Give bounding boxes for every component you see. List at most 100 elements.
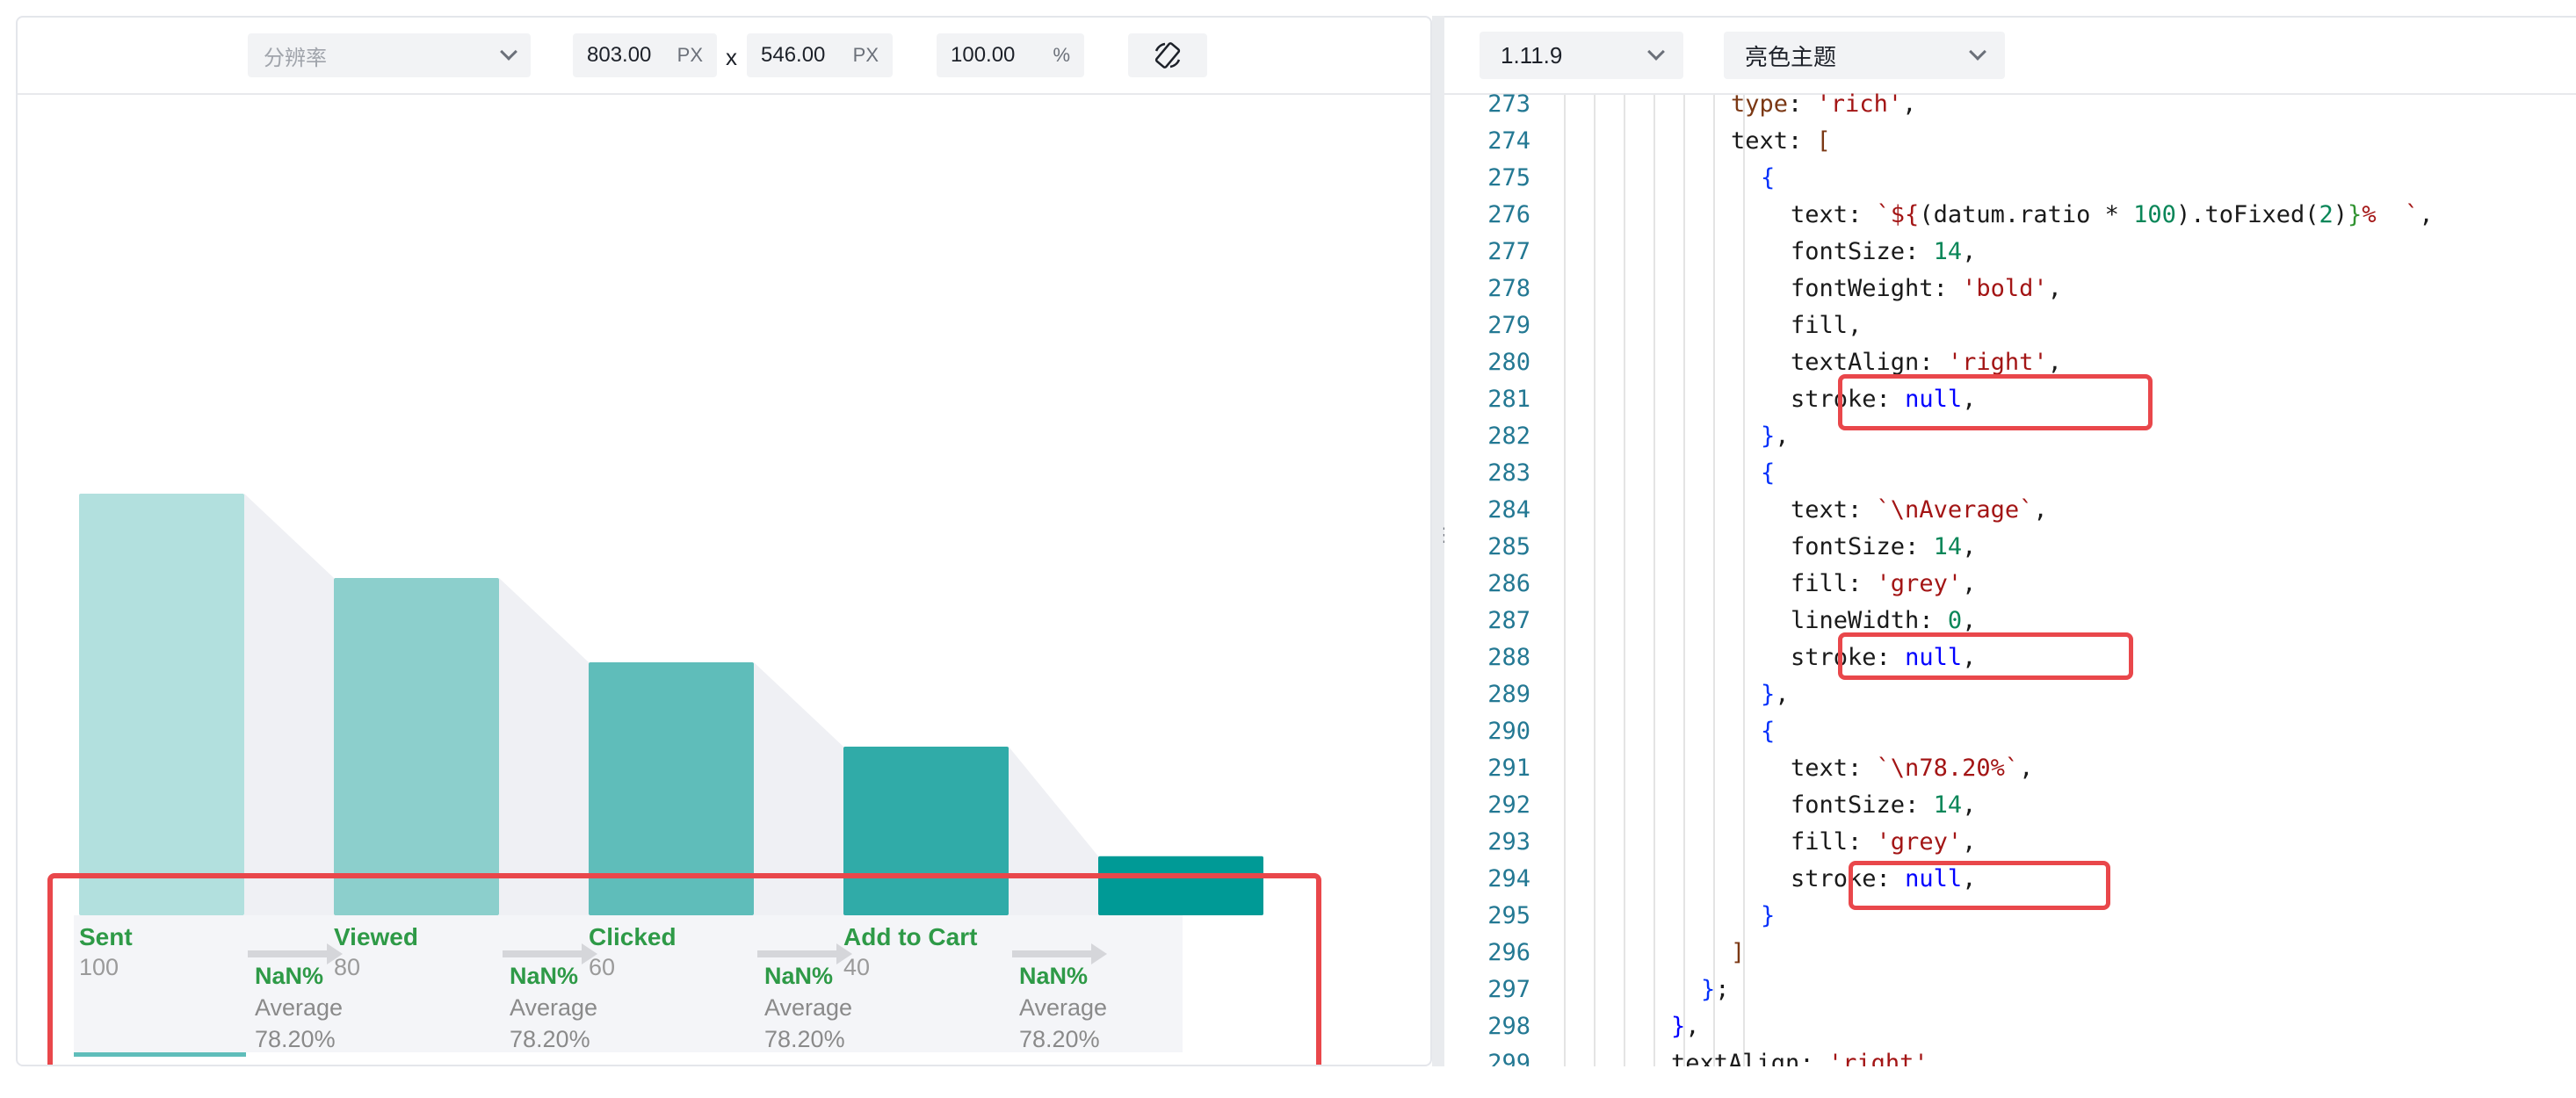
- code-token: ]: [1731, 939, 1746, 966]
- code-token: }: [2348, 201, 2363, 228]
- line-number: 281: [1487, 386, 1530, 413]
- funnel-bar: [1098, 856, 1263, 915]
- dimension-separator: x: [726, 44, 737, 70]
- code-token: ).toFixed(: [2175, 201, 2319, 228]
- code-text: text: `\n78.20%`,: [1791, 750, 2033, 787]
- line-number: 278: [1487, 275, 1530, 302]
- conversion-arrow-shaft: [1012, 950, 1091, 957]
- code-line: 298},: [1444, 1008, 2576, 1045]
- line-number: 284: [1487, 496, 1530, 524]
- code-token: :: [1876, 865, 1906, 892]
- preview-panel: 分辨率 803.00 PX x 546.00 PX 100.00 % Sent …: [16, 16, 1432, 1066]
- code-token: :: [1905, 791, 1934, 819]
- code-token: % `: [2362, 201, 2420, 228]
- code-token: :: [1788, 127, 1817, 155]
- code-token: `\nAverage`: [1876, 496, 2034, 524]
- line-number: 273: [1487, 90, 1530, 118]
- code-token: ,: [1848, 312, 1863, 339]
- zoom-input[interactable]: 100.00 %: [937, 33, 1084, 77]
- funnel-bar: [334, 578, 499, 915]
- code-token: fontSize: [1791, 791, 1906, 819]
- version-select[interactable]: 1.11.9: [1480, 32, 1683, 79]
- code-token: :: [1933, 275, 1963, 302]
- code-text: ]: [1731, 935, 1745, 972]
- code-token: stroke: [1791, 865, 1877, 892]
- code-token: 100: [2133, 201, 2176, 228]
- code-line: 297};: [1444, 972, 2576, 1008]
- code-token: ;: [1715, 976, 1730, 1003]
- funnel-connector: [1009, 747, 1098, 915]
- code-token: 'right': [1947, 349, 2048, 376]
- category-label: Clicked: [589, 923, 677, 950]
- code-editor[interactable]: 273 type: 'rich', 274 text: [275{276 text: `…: [1444, 90, 2576, 1066]
- code-token: ,: [1775, 423, 1790, 450]
- code-line: 291 text: `\n78.20%`,: [1444, 750, 2576, 787]
- conversion-arrow-shaft: [503, 950, 582, 957]
- line-number: 280: [1487, 349, 1530, 376]
- code-token: fontSize: [1791, 238, 1906, 265]
- code-token: `${: [1876, 201, 1920, 228]
- line-number: 296: [1487, 939, 1530, 966]
- code-line: 275 {: [1444, 160, 2576, 197]
- line-number: 288: [1487, 644, 1530, 671]
- line-number: 289: [1487, 681, 1530, 708]
- code-token: ,: [2019, 755, 2034, 782]
- value-label: 60: [589, 954, 615, 980]
- code-token: [: [1816, 127, 1831, 155]
- code-token: fill: [1791, 312, 1849, 339]
- code-token: ): [2333, 201, 2348, 228]
- code-line: 295}: [1444, 898, 2576, 935]
- funnel-bar: [589, 662, 754, 915]
- code-token: null: [1905, 865, 1963, 892]
- width-unit: PX: [677, 44, 703, 66]
- code-line: 283 {: [1444, 455, 2576, 492]
- funnel-chart: Sent 100 Viewed 80 Clicked 60 Add to Cart 40 NaN…: [74, 494, 1263, 1057]
- height-input[interactable]: 546.00 PX: [747, 33, 893, 77]
- average-value-label: 78.20%: [1019, 1026, 1100, 1052]
- code-token: fontWeight: [1791, 275, 1934, 302]
- width-input[interactable]: 803.00 PX: [573, 33, 717, 77]
- code-text: };: [1701, 972, 1730, 1008]
- code-token: textAlign: [1791, 349, 1920, 376]
- code-token: text: [1791, 755, 1849, 782]
- resolution-select[interactable]: 分辨率: [248, 33, 531, 77]
- funnel-connector: [499, 578, 589, 915]
- code-token: {: [1761, 164, 1776, 191]
- rotate-button[interactable]: [1128, 33, 1207, 77]
- height-unit: PX: [852, 44, 879, 66]
- code-line: 293 fill: 'grey',: [1444, 824, 2576, 861]
- code-text: fill: 'grey',: [1791, 824, 1976, 861]
- code-line: 279 fill,: [1444, 307, 2576, 344]
- code-token: :: [1876, 386, 1906, 413]
- code-token: lineWidth: [1791, 607, 1920, 634]
- code-text: fill,: [1791, 307, 1862, 344]
- code-token: {: [1761, 718, 1776, 745]
- code-token: 'right': [1827, 1050, 1928, 1066]
- code-token: ,: [1962, 238, 1977, 265]
- code-token: fill: [1791, 828, 1849, 856]
- code-line: 285 fontSize: 14,: [1444, 529, 2576, 566]
- line-number: 294: [1487, 865, 1530, 892]
- panel-resize-handle[interactable]: ⋮: [1432, 16, 1454, 1066]
- code-line: 282},: [1444, 418, 2576, 455]
- code-line: 290 {: [1444, 713, 2576, 750]
- theme-select[interactable]: 亮色主题: [1724, 32, 2005, 79]
- code-token: }: [1701, 976, 1716, 1003]
- code-token: 'rich': [1816, 90, 1903, 118]
- line-number: 285: [1487, 533, 1530, 560]
- code-line: 292 fontSize: 14,: [1444, 787, 2576, 824]
- code-text: text: `\nAverage`,: [1791, 492, 2048, 529]
- code-token: textAlign: [1671, 1050, 1800, 1066]
- code-token: 'grey': [1876, 570, 1963, 597]
- average-value-label: 78.20%: [255, 1026, 336, 1052]
- code-token: stroke: [1791, 644, 1877, 671]
- code-token: :: [1848, 496, 1877, 524]
- code-line: 294 stroke: null,: [1444, 861, 2576, 898]
- code-text: stroke: null,: [1791, 861, 1976, 898]
- line-number: 297: [1487, 976, 1530, 1003]
- code-line: 280 textAlign: 'right',: [1444, 344, 2576, 381]
- average-label: Average: [764, 994, 852, 1021]
- app-root: 分辨率 803.00 PX x 546.00 PX 100.00 % Sent …: [0, 0, 2576, 1098]
- code-text: fontWeight: 'bold',: [1791, 271, 2062, 307]
- code-line: 299 textAlign: 'right': [1444, 1045, 2576, 1066]
